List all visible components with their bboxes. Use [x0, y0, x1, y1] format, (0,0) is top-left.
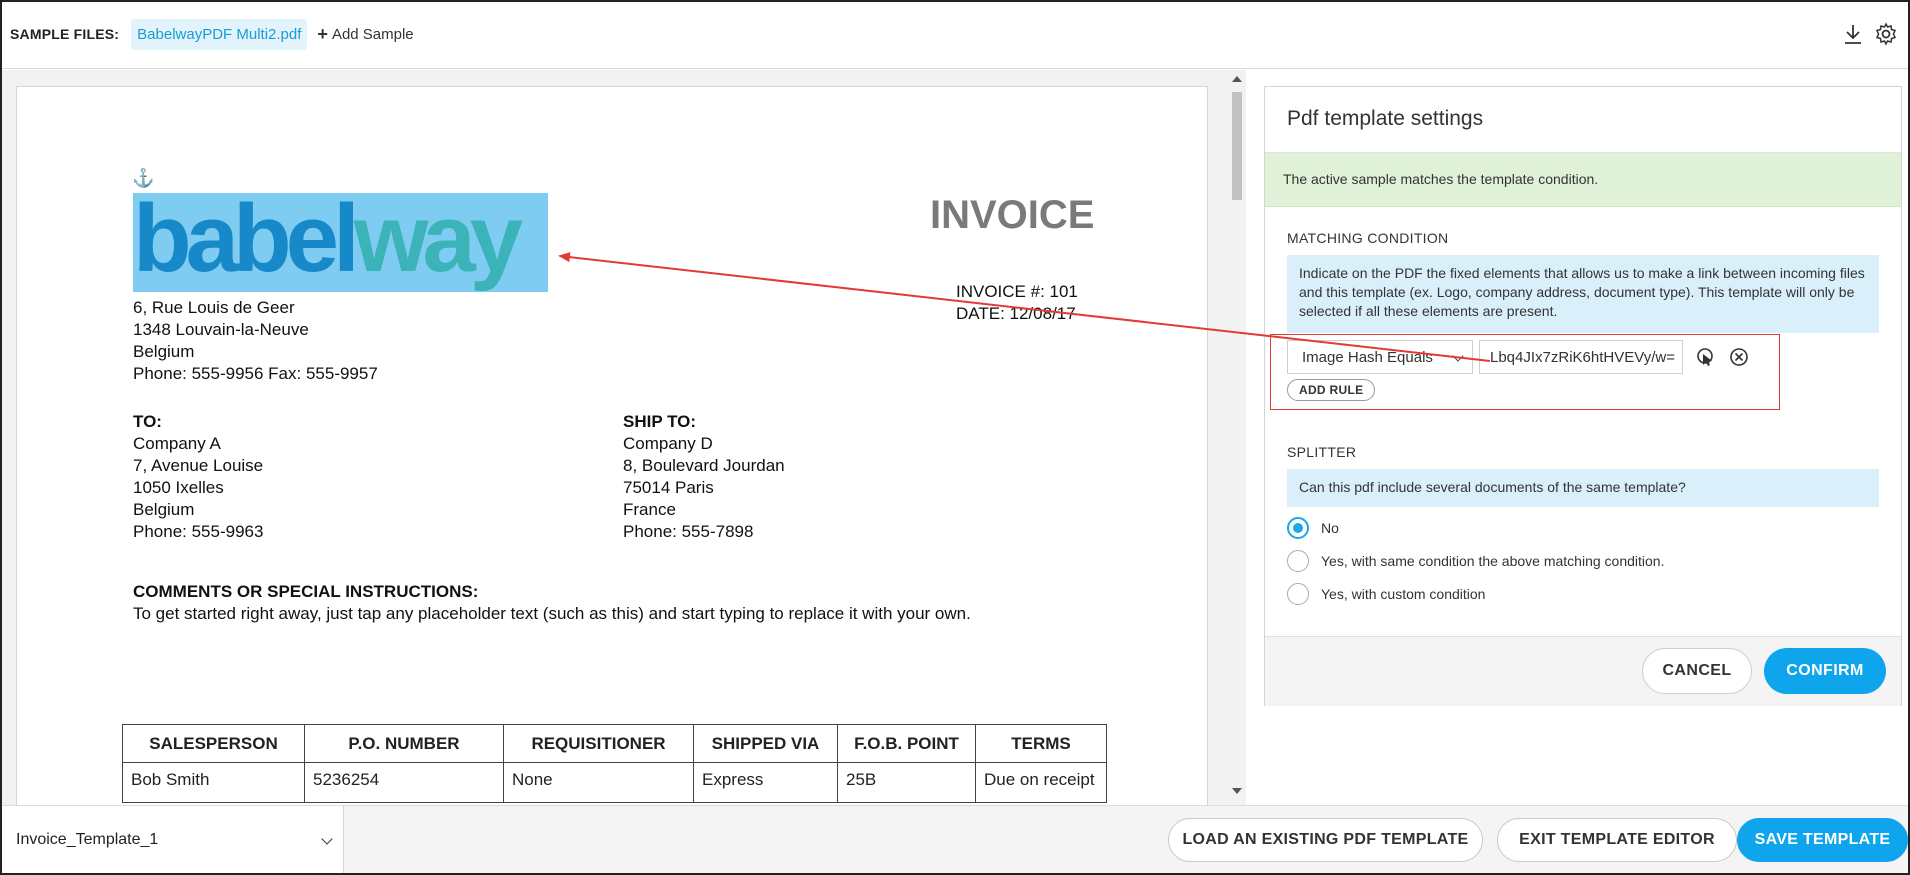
pdf-template-settings-panel: Pdf template settings The active sample …: [1264, 86, 1902, 706]
ship-to-address: SHIP TO: Company D 8, Boulevard Jourdan …: [623, 412, 785, 541]
table-row: Bob Smith 5236254 None Express 25B Due o…: [122, 762, 1107, 803]
rule-type-select[interactable]: Image Hash Equals: [1287, 340, 1473, 374]
comments-section: COMMENTS OR SPECIAL INSTRUCTIONS: To get…: [133, 582, 971, 623]
invoice-meta: INVOICE #: 101 DATE: 12/08/17: [956, 281, 1078, 325]
pdf-scrollbar[interactable]: [1228, 70, 1246, 805]
match-status-banner: The active sample matches the template c…: [1265, 153, 1901, 207]
add-rule-button[interactable]: ADD RULE: [1287, 379, 1376, 401]
invoice-title: INVOICE: [930, 193, 1095, 237]
scroll-thumb[interactable]: [1232, 92, 1242, 200]
invoice-number: INVOICE #: 101: [956, 282, 1078, 301]
top-bar: SAMPLE FILES: BabelwayPDF Multi2.pdf + A…: [0, 0, 1910, 69]
radio-unselected[interactable]: [1287, 583, 1309, 605]
bottom-bar: Invoice_Template_1 LOAD AN EXISTING PDF …: [0, 805, 1910, 875]
chevron-down-icon: [1452, 350, 1464, 362]
template-select[interactable]: Invoice_Template_1: [2, 806, 344, 874]
cancel-button[interactable]: CANCEL: [1642, 648, 1752, 694]
sender-address: 6, Rue Louis de Geer 1348 Louvain-la-Neu…: [133, 298, 378, 383]
company-logo: babelway: [133, 193, 523, 292]
invoice-table: SALESPERSON P.O. NUMBER REQUISITIONER SH…: [122, 724, 1107, 803]
gear-icon[interactable]: [1874, 22, 1897, 46]
panel-footer: CANCEL CONFIRM: [1265, 636, 1901, 706]
splitter-option-custom-condition[interactable]: Yes, with custom condition: [1287, 583, 1485, 605]
download-icon[interactable]: [1842, 22, 1864, 46]
save-template-button[interactable]: SAVE TEMPLATE: [1737, 818, 1908, 862]
splitter-label: SPLITTER: [1287, 444, 1357, 460]
selected-logo-region[interactable]: babelway: [133, 193, 548, 292]
add-sample-button[interactable]: + Add Sample: [317, 24, 413, 45]
remove-rule-icon[interactable]: [1727, 345, 1751, 369]
splitter-question: Can this pdf include several documents o…: [1287, 469, 1879, 507]
panel-title: Pdf template settings: [1287, 107, 1484, 130]
add-sample-label: Add Sample: [331, 25, 414, 43]
exit-template-editor-button[interactable]: EXIT TEMPLATE EDITOR: [1497, 818, 1737, 862]
anchor-icon[interactable]: ⚓: [132, 168, 154, 189]
scroll-up-icon[interactable]: [1232, 76, 1242, 82]
radio-selected[interactable]: [1287, 517, 1309, 539]
rule-value-input[interactable]: Lbq4JIx7zRiK6htHVEVy/w=: [1479, 340, 1683, 374]
splitter-option-same-condition[interactable]: Yes, with same condition the above match…: [1287, 550, 1664, 572]
pick-element-icon[interactable]: [1693, 345, 1717, 369]
rule-row: Image Hash Equals Lbq4JIx7zRiK6htHVEVy/w…: [1287, 340, 1751, 374]
invoice-date: DATE: 12/08/17: [956, 304, 1076, 323]
splitter-option-no[interactable]: No: [1287, 517, 1339, 539]
chevron-down-icon: [321, 833, 333, 845]
scroll-down-icon[interactable]: [1232, 788, 1242, 794]
plus-icon: +: [317, 23, 328, 44]
confirm-button[interactable]: CONFIRM: [1764, 648, 1886, 694]
table-header-row: SALESPERSON P.O. NUMBER REQUISITIONER SH…: [122, 724, 1107, 763]
sample-files-label: SAMPLE FILES:: [10, 26, 120, 42]
to-address: TO: Company A 7, Avenue Louise 1050 Ixel…: [133, 412, 264, 541]
radio-unselected[interactable]: [1287, 550, 1309, 572]
matching-info-box: Indicate on the PDF the fixed elements t…: [1287, 255, 1879, 333]
matching-condition-label: MATCHING CONDITION: [1287, 230, 1449, 246]
sample-file-chip[interactable]: BabelwayPDF Multi2.pdf: [131, 18, 308, 50]
load-existing-template-button[interactable]: LOAD AN EXISTING PDF TEMPLATE: [1168, 818, 1483, 862]
